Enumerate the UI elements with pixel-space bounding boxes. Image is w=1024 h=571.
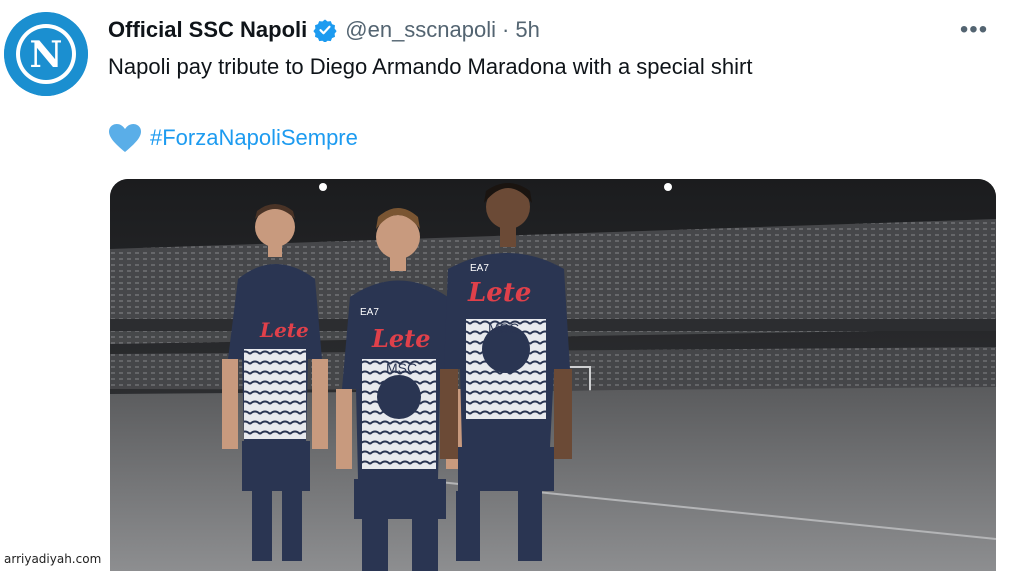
player-middle-kit-brand: EA7 (360, 307, 379, 318)
verified-badge-icon (313, 18, 337, 42)
tweet-text: Napoli pay tribute to Diego Armando Mara… (108, 54, 753, 79)
tweet-header: Official SSC Napoli @en_sscnapoli · 5h (108, 14, 540, 46)
timestamp[interactable]: 5h (515, 17, 539, 43)
tweet-media-photo[interactable]: Lete Lete MSC EA7 Lete MSC EA7 (110, 179, 996, 571)
player-right-shirt-text: MSC (488, 320, 519, 336)
more-options-icon[interactable]: ••• (954, 14, 994, 46)
hashtag-link[interactable]: #ForzaNapoliSempre (150, 125, 358, 151)
display-name[interactable]: Official SSC Napoli (108, 17, 307, 43)
player-right-sponsor: Lete (467, 278, 531, 308)
player-middle-shirt-text: MSC (386, 360, 417, 376)
user-handle[interactable]: @en_sscnapoli (345, 17, 496, 43)
hashtag-row: #ForzaNapoliSempre (108, 122, 358, 154)
player-left-sponsor: Lete (259, 318, 309, 342)
avatar[interactable]: N (4, 12, 88, 96)
player-right-kit-brand: EA7 (470, 263, 489, 274)
watermark: arriyadiyah.com (4, 552, 102, 566)
napoli-logo-icon: N (4, 12, 88, 96)
player-middle-sponsor: Lete (371, 324, 431, 353)
separator-dot: · (502, 17, 510, 42)
avatar-letter: N (30, 34, 63, 76)
blue-heart-icon (108, 123, 142, 153)
